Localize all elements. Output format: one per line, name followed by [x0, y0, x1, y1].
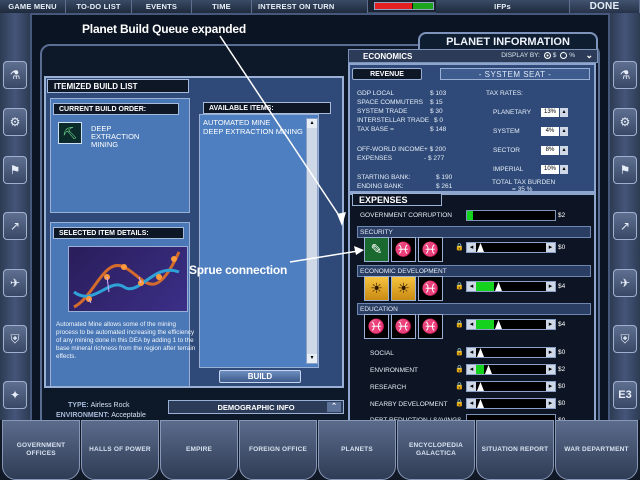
nav-situation-report[interactable]: SITUATION REPORT — [476, 420, 554, 480]
nav-planets[interactable]: PLANETS — [318, 420, 396, 480]
nav-empire[interactable]: EMPIRE — [160, 420, 238, 480]
nav-encyclopedia-galactica[interactable]: ENCYCLOPEDIA GALACTICA — [397, 420, 475, 480]
annotation-arrows — [219, 35, 364, 263]
nav-halls-of-power[interactable]: HALLS OF POWER — [81, 420, 159, 480]
callout-sprue-connection: Sprue connection — [189, 263, 288, 277]
nav-foreign-office[interactable]: FOREIGN OFFICE — [239, 420, 317, 480]
callout-build-queue: Planet Build Queue expanded — [82, 22, 246, 36]
nav-government-offices[interactable]: GOVERNMENT OFFICES — [2, 420, 80, 480]
nav-war-department[interactable]: WAR DEPARTMENT — [555, 420, 638, 480]
